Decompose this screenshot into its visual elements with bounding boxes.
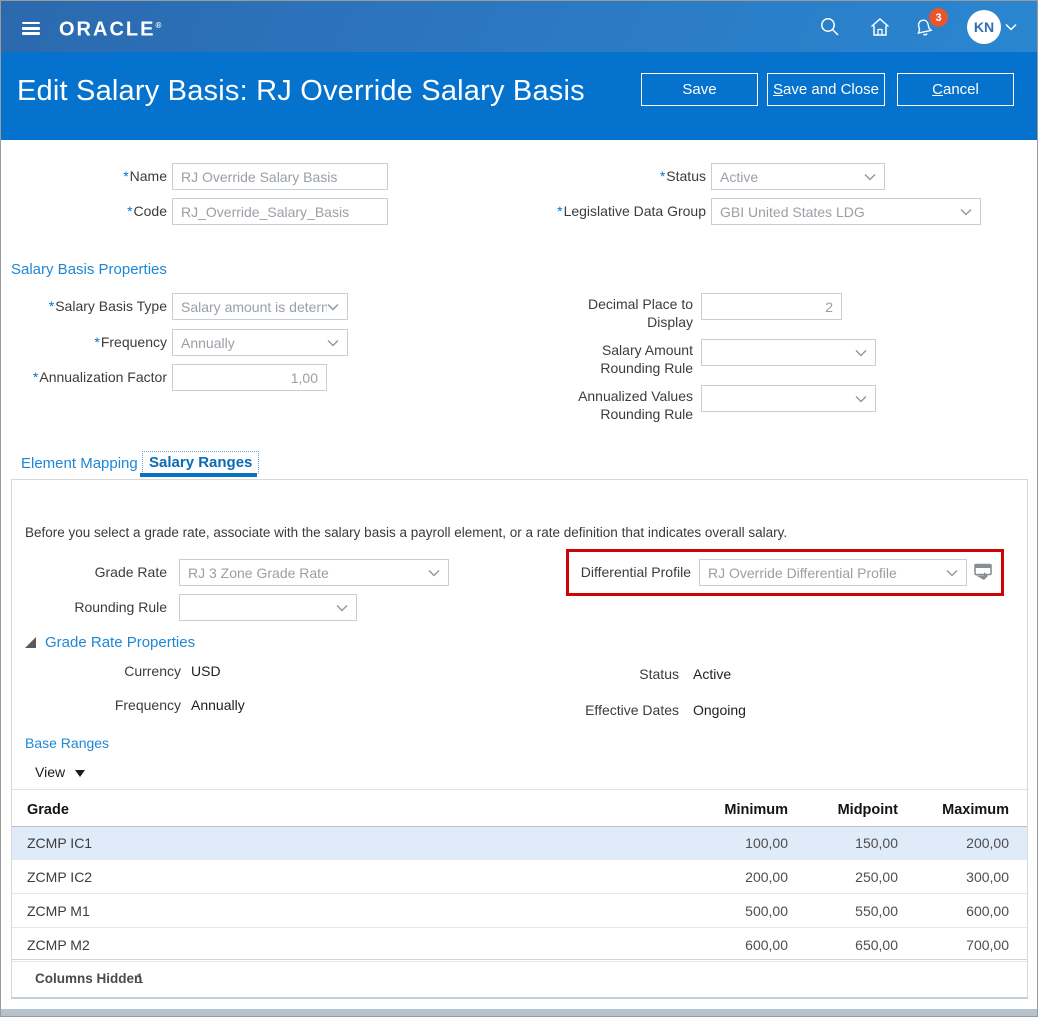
- base-ranges-heading: Base Ranges: [25, 735, 110, 751]
- application-window: ORACLE® 3 KN Edit Salary Basis: RJ Overr…: [0, 0, 1038, 1017]
- columns-hidden-row: Columns Hidden 1: [12, 959, 1027, 998]
- rounding-rule-select[interactable]: [179, 594, 357, 621]
- grade-rate-status-label: Status: [639, 666, 679, 682]
- salary-basis-type-select[interactable]: Salary amount is detern: [172, 293, 348, 320]
- decimal-place-to-display-label: Decimal Place to Display: [587, 296, 693, 330]
- annualized-values-rounding-rule-label: Annualized Values Rounding Rule: [578, 388, 693, 422]
- search-icon[interactable]: [819, 16, 841, 38]
- column-header-maximum[interactable]: Maximum: [909, 794, 1009, 826]
- annualized-values-rounding-rule-select[interactable]: [701, 385, 876, 412]
- grade-rate-select[interactable]: RJ 3 Zone Grade Rate: [179, 559, 449, 586]
- column-header-grade[interactable]: Grade: [27, 794, 69, 826]
- name-input[interactable]: [172, 163, 388, 190]
- column-header-minimum[interactable]: Minimum: [688, 794, 788, 826]
- notification-count-badge: 3: [929, 8, 948, 27]
- avatar[interactable]: KN: [967, 10, 1001, 44]
- active-tab-underline: [140, 473, 257, 477]
- registered-mark: ®: [155, 21, 162, 30]
- columns-hidden-count: 1: [136, 971, 144, 986]
- table-row[interactable]: ZCMP IC2 200,00 250,00 300,00: [12, 861, 1027, 894]
- bottom-edge-strip: [1, 1009, 1037, 1016]
- effective-dates-label: Effective Dates: [585, 702, 679, 718]
- currency-value: USD: [191, 663, 221, 679]
- menu-dropdown-triangle-icon: [74, 770, 85, 777]
- chevron-down-icon: [855, 349, 867, 356]
- grade-rate-frequency-label: Frequency: [114, 697, 181, 713]
- table-row[interactable]: ZCMP M2 600,00 650,00 700,00: [12, 929, 1027, 962]
- frequency-label: *Frequency: [94, 334, 167, 350]
- code-label: *Code: [127, 203, 167, 219]
- save-and-close-button[interactable]: Save and Close: [767, 73, 885, 106]
- status-select[interactable]: Active: [711, 163, 885, 190]
- annualization-factor-input[interactable]: [172, 364, 327, 391]
- salary-amount-rounding-rule-label: Salary Amount Rounding Rule: [600, 342, 693, 376]
- name-label: *Name: [123, 168, 167, 184]
- open-detail-icon[interactable]: [973, 563, 993, 580]
- chevron-down-icon: [946, 569, 958, 576]
- chevron-down-icon: [336, 604, 348, 611]
- page-title: Edit Salary Basis: RJ Override Salary Ba…: [17, 75, 585, 107]
- toolbar-separator: [12, 789, 1027, 790]
- global-topbar: ORACLE® 3 KN: [1, 1, 1037, 52]
- code-input[interactable]: [172, 198, 388, 225]
- chevron-down-icon: [864, 173, 876, 180]
- cancel-button[interactable]: Cancel: [897, 73, 1014, 106]
- annualization-factor-label: *Annualization Factor: [32, 369, 167, 385]
- save-button[interactable]: Save: [641, 73, 758, 106]
- chevron-down-icon: [428, 569, 440, 576]
- columns-hidden-label: Columns Hidden: [35, 971, 143, 986]
- tab-salary-ranges[interactable]: Salary Ranges: [142, 451, 260, 474]
- table-row[interactable]: ZCMP M1 500,00 550,00 600,00: [12, 895, 1027, 928]
- differential-profile-label: Differential Profile: [580, 564, 691, 580]
- legislative-data-group-label: *Legislative Data Group: [557, 203, 706, 219]
- rounding-rule-label: Rounding Rule: [74, 599, 167, 615]
- chevron-down-icon: [855, 395, 867, 402]
- currency-label: Currency: [124, 663, 181, 679]
- menu-icon[interactable]: [22, 22, 40, 35]
- collapse-triangle-icon[interactable]: [24, 636, 37, 649]
- avatar-chevron-down-icon[interactable]: [1005, 23, 1017, 31]
- salary-basis-properties-heading: Salary Basis Properties: [11, 261, 167, 278]
- decimal-place-input[interactable]: [701, 293, 842, 320]
- page-header: Edit Salary Basis: RJ Override Salary Ba…: [1, 52, 1037, 140]
- frequency-select[interactable]: Annually: [172, 329, 348, 356]
- status-label: *Status: [659, 168, 706, 184]
- differential-profile-select[interactable]: RJ Override Differential Profile: [699, 559, 967, 586]
- oracle-logo: ORACLE®: [59, 18, 162, 41]
- chevron-down-icon: [327, 303, 339, 310]
- column-header-midpoint[interactable]: Midpoint: [798, 794, 898, 826]
- salary-basis-type-label: *Salary Basis Type: [48, 298, 167, 314]
- salary-amount-rounding-rule-select[interactable]: [701, 339, 876, 366]
- table-row[interactable]: ZCMP IC1 100,00 150,00 200,00: [12, 827, 1027, 860]
- instruction-text: Before you select a grade rate, associat…: [25, 525, 788, 540]
- view-menu-button[interactable]: View: [35, 764, 85, 780]
- grade-rate-label: Grade Rate: [94, 564, 167, 580]
- effective-dates-value: Ongoing: [693, 702, 746, 718]
- grade-rate-status-value: Active: [693, 666, 732, 682]
- grade-rate-properties-heading[interactable]: Grade Rate Properties: [45, 634, 195, 651]
- chevron-down-icon: [960, 208, 972, 215]
- tab-element-mapping[interactable]: Element Mapping: [21, 455, 138, 472]
- grade-rate-frequency-value: Annually: [191, 697, 245, 713]
- home-icon[interactable]: [869, 16, 891, 38]
- chevron-down-icon: [327, 339, 339, 346]
- legislative-data-group-select[interactable]: GBI United States LDG: [711, 198, 981, 225]
